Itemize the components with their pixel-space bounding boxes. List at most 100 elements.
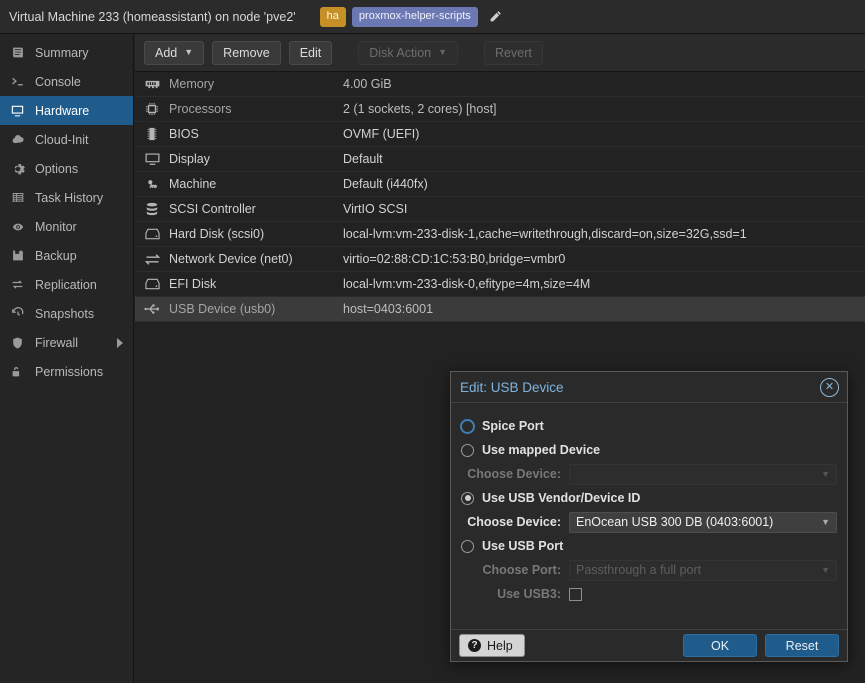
usb-icon [139, 303, 165, 315]
table-cell-value: Default (i440fx) [343, 177, 428, 191]
table-cell-key: Network Device (net0) [165, 252, 343, 266]
reset-button[interactable]: Reset [765, 634, 839, 657]
gear-icon [9, 161, 26, 177]
table-row[interactable]: Hard Disk (scsi0) local-lvm:vm-233-disk-… [135, 222, 865, 247]
sidebar-item-backup[interactable]: Backup [0, 241, 133, 270]
page-title: Virtual Machine 233 (homeassistant) on n… [9, 10, 296, 24]
vendor-choose-device-select[interactable]: EnOcean USB 300 DB (0403:6001) ▼ [569, 512, 837, 533]
table-row[interactable]: Processors 2 (1 sockets, 2 cores) [host] [135, 97, 865, 122]
sidebar-item-cloud-init[interactable]: Cloud-Init [0, 125, 133, 154]
sidebar-item-replication[interactable]: Replication [0, 270, 133, 299]
sidebar-item-task-history[interactable]: Task History [0, 183, 133, 212]
spice-port-option[interactable]: Spice Port [461, 414, 837, 438]
help-button[interactable]: ? Help [459, 634, 525, 657]
spice-port-radio[interactable] [461, 420, 474, 433]
table-cell-value: local-lvm:vm-233-disk-1,cache=writethrou… [343, 227, 747, 241]
pencil-icon[interactable] [488, 9, 503, 24]
table-cell-value: host=0403:6001 [343, 302, 433, 316]
chevron-down-icon: ▼ [821, 517, 830, 527]
table-row[interactable]: Machine Default (i440fx) [135, 172, 865, 197]
summary-icon [9, 45, 26, 61]
sidebar-item-label: Hardware [35, 104, 89, 118]
tag-proxmox-helper-scripts[interactable]: proxmox-helper-scripts [352, 7, 478, 27]
chevron-down-icon: ▼ [821, 469, 830, 479]
dialog-title: Edit: USB Device [460, 380, 820, 395]
ok-button[interactable]: OK [683, 634, 757, 657]
choose-port-label: Choose Port: [461, 563, 569, 577]
floppy-icon [9, 248, 26, 264]
page-header: Virtual Machine 233 (homeassistant) on n… [0, 0, 865, 34]
sidebar-item-label: Cloud-Init [35, 133, 89, 147]
shield-icon [9, 335, 26, 351]
table-cell-key: Machine [165, 177, 343, 191]
dialog-body: Spice Port Use mapped Device Choose Devi… [451, 403, 847, 629]
vendor-choose-device-row: Choose Device: EnOcean USB 300 DB (0403:… [461, 510, 837, 534]
table-row[interactable]: EFI Disk local-lvm:vm-233-disk-0,efitype… [135, 272, 865, 297]
mapped-choose-device-row: Choose Device: ▼ [461, 462, 837, 486]
close-icon[interactable]: ✕ [820, 378, 839, 397]
table-cell-key: Processors [165, 102, 343, 116]
sidebar-item-label: Snapshots [35, 307, 94, 321]
mapped-device-option[interactable]: Use mapped Device [461, 438, 837, 462]
list-icon [9, 190, 26, 206]
efidisk-icon [139, 278, 165, 290]
table-row[interactable]: Display Default [135, 147, 865, 172]
sidebar-item-snapshots[interactable]: Snapshots [0, 299, 133, 328]
remove-button[interactable]: Remove [212, 41, 281, 65]
sidebar-item-console[interactable]: Console [0, 67, 133, 96]
display-icon [139, 153, 165, 166]
proxmox-vm-hardware-page: Virtual Machine 233 (homeassistant) on n… [0, 0, 865, 683]
table-row-usb-device[interactable]: USB Device (usb0) host=0403:6001 [135, 297, 865, 322]
machine-icon [139, 177, 165, 191]
vendor-device-id-option[interactable]: Use USB Vendor/Device ID [461, 486, 837, 510]
table-cell-key: Memory [165, 77, 343, 91]
table-cell-value: 4.00 GiB [343, 77, 392, 91]
table-row[interactable]: BIOS OVMF (UEFI) [135, 122, 865, 147]
sidebar-item-permissions[interactable]: Permissions [0, 357, 133, 386]
edit-button-label: Edit [300, 46, 322, 60]
table-row[interactable]: Memory 4.00 GiB [135, 72, 865, 97]
sidebar-item-label: Task History [35, 191, 103, 205]
question-mark-icon: ? [468, 639, 481, 652]
replication-icon [9, 277, 26, 293]
sidebar-item-firewall[interactable]: Firewall [0, 328, 133, 357]
use-usb3-checkbox[interactable] [569, 588, 582, 601]
usb-port-radio[interactable] [461, 540, 474, 553]
monitor-icon [9, 103, 26, 119]
mapped-device-radio[interactable] [461, 444, 474, 457]
add-button[interactable]: Add ▼ [144, 41, 204, 65]
sidebar-item-label: Permissions [35, 365, 103, 379]
disk-action-button: Disk Action ▼ [358, 41, 458, 65]
sidebar-item-hardware[interactable]: Hardware [0, 96, 133, 125]
table-cell-key: Display [165, 152, 343, 166]
dialog-footer: ? Help OK Reset [451, 629, 847, 661]
table-cell-value: OVMF (UEFI) [343, 127, 419, 141]
bios-chip-icon [139, 127, 165, 141]
remove-button-label: Remove [223, 46, 270, 60]
table-cell-key: SCSI Controller [165, 202, 343, 216]
vendor-device-id-radio[interactable] [461, 492, 474, 505]
memory-icon [139, 79, 165, 90]
edit-button[interactable]: Edit [289, 41, 333, 65]
usb-port-option[interactable]: Use USB Port [461, 534, 837, 558]
hardware-table: Memory 4.00 GiB Processors 2 (1 sockets,… [135, 72, 865, 322]
vm-tags: ha proxmox-helper-scripts [320, 7, 503, 27]
tag-ha[interactable]: ha [320, 7, 346, 27]
sidebar-item-summary[interactable]: Summary [0, 38, 133, 67]
vendor-choose-device-label: Choose Device: [461, 515, 569, 529]
add-button-label: Add [155, 46, 177, 60]
usb-port-label: Use USB Port [482, 539, 563, 553]
sidebar: Summary Console Hardware Cloud-Init Opti [0, 34, 134, 683]
sidebar-item-options[interactable]: Options [0, 154, 133, 183]
sidebar-item-monitor[interactable]: Monitor [0, 212, 133, 241]
sidebar-item-label: Replication [35, 278, 97, 292]
choose-port-row: Choose Port: Passthrough a full port ▼ [461, 558, 837, 582]
table-cell-value: virtio=02:88:CD:1C:53:B0,bridge=vmbr0 [343, 252, 565, 266]
eye-icon [9, 219, 26, 235]
table-row[interactable]: SCSI Controller VirtIO SCSI [135, 197, 865, 222]
use-usb3-label: Use USB3: [461, 587, 569, 601]
use-usb3-row: Use USB3: [461, 582, 837, 606]
revert-button: Revert [484, 41, 543, 65]
table-row[interactable]: Network Device (net0) virtio=02:88:CD:1C… [135, 247, 865, 272]
chevron-down-icon: ▼ [821, 565, 830, 575]
